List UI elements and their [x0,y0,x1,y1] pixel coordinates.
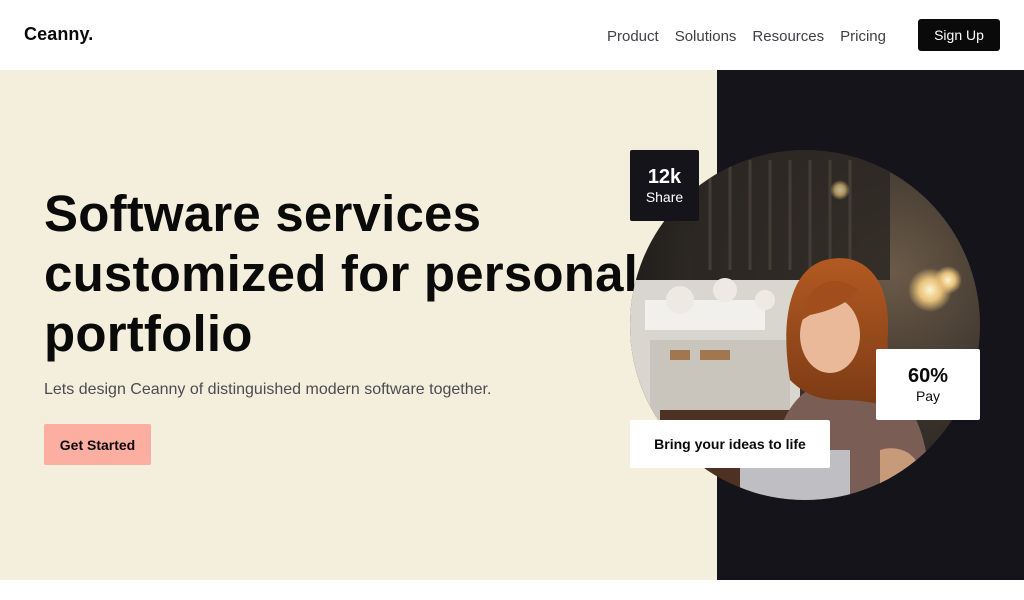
nav-link-pricing[interactable]: Pricing [840,28,886,45]
brand-logo[interactable]: Ceanny. [24,24,93,45]
pay-stat-label: Pay [915,387,941,404]
ideas-callout: Bring your ideas to life [630,420,830,468]
nav-link-product[interactable]: Product [607,28,659,45]
nav-link-resources[interactable]: Resources [752,28,824,45]
share-stat-value: 12k [647,165,682,188]
share-stat-label: Share [645,188,684,205]
headline-line-2: customized for personal [44,245,639,302]
headline-line-3: portfolio [44,305,253,362]
hero-subtext: Lets design Ceanny of distinguished mode… [44,381,492,398]
share-stat-card: 12k Share [630,150,699,221]
pay-stat-value: 60% [907,364,949,387]
headline-line-1: Software services [44,185,482,242]
sign-up-button[interactable]: Sign Up [918,19,1000,51]
top-navbar: Ceanny. Product Solutions Resources Pric… [0,0,1024,70]
main-nav: Product Solutions Resources Pricing [599,26,894,46]
hero-headline: Software services customized for persona… [44,184,644,364]
nav-link-solutions[interactable]: Solutions [675,28,737,45]
pay-stat-card: 60% Pay [876,349,980,420]
get-started-button[interactable]: Get Started [44,424,151,465]
